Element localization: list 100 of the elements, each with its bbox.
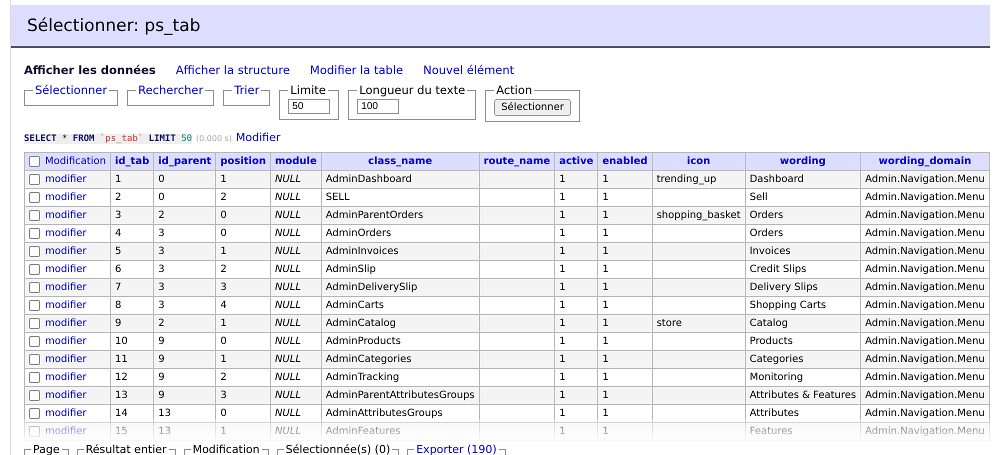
table-cell: Invoices: [750, 246, 791, 257]
group-label: Modification: [192, 443, 261, 455]
table-cell: 3: [158, 282, 165, 293]
checkbox[interactable]: [29, 390, 40, 401]
table-cell: 1: [602, 210, 609, 221]
table-cell: 1: [220, 246, 227, 257]
table-cell: 1: [602, 300, 609, 311]
column-header[interactable]: enabled: [598, 152, 652, 170]
input-field[interactable]: 50: [288, 99, 330, 114]
checkbox[interactable]: [29, 246, 40, 257]
table-cell: NULL: [274, 282, 301, 293]
select-button[interactable]: Sélectionner: [494, 99, 571, 116]
checkbox[interactable]: [29, 174, 40, 185]
table-cell: 1: [220, 174, 227, 185]
table-cell: 1: [559, 390, 566, 401]
table-cell: 2: [158, 210, 165, 221]
table-cell: 6: [114, 264, 122, 275]
checkbox[interactable]: [29, 210, 40, 221]
table-cell: NULL: [274, 354, 301, 365]
nav-link[interactable]: Modifier la table: [310, 63, 404, 77]
table-cell: Admin.Navigation.Menu: [865, 264, 985, 275]
column-header[interactable]: route_name: [479, 152, 555, 170]
nav-link[interactable]: Afficher les données: [24, 63, 156, 77]
table-cell: Admin.Navigation.Menu: [865, 318, 985, 329]
table-cell: 1: [602, 192, 609, 203]
checkbox[interactable]: [29, 300, 40, 311]
table-cell: 1: [559, 318, 566, 329]
table-cell: Orders: [750, 210, 784, 221]
table-cell: 0: [158, 192, 165, 203]
table-cell: 9: [158, 372, 165, 383]
option-link[interactable]: Sélectionner: [33, 83, 110, 97]
table-cell: 12: [114, 372, 128, 383]
table-cell: 13: [114, 390, 128, 401]
table-cell: 1: [220, 318, 227, 329]
table-cell: 3: [158, 264, 165, 275]
table-cell: 11: [114, 354, 128, 365]
checkbox[interactable]: [29, 228, 40, 239]
table-cell: 1: [602, 372, 609, 383]
input-field[interactable]: 100: [357, 99, 400, 114]
column-header[interactable]: id_parent: [154, 152, 216, 170]
table-cell: AdminFeatures: [326, 426, 401, 437]
table-cell: 8: [114, 300, 122, 311]
column-header[interactable]: position: [216, 152, 270, 170]
table-cell: Products: [750, 336, 793, 347]
table-cell: NULL: [274, 228, 301, 239]
option-link[interactable]: Trier: [232, 83, 262, 97]
column-header[interactable]: icon: [652, 152, 746, 170]
table-cell: store: [656, 318, 682, 329]
table-cell: 1: [220, 426, 227, 437]
table-cell: 1: [559, 336, 566, 347]
table-cell: Admin.Navigation.Menu: [865, 228, 985, 239]
column-header[interactable]: wording: [745, 152, 861, 170]
column-header[interactable]: class_name: [321, 152, 480, 170]
table-cell: 9: [114, 318, 122, 329]
table-cell: Features: [750, 426, 793, 437]
table-cell: NULL: [274, 390, 301, 401]
table-cell: Dashboard: [750, 174, 804, 185]
table-cell: 1: [602, 390, 609, 401]
checkbox[interactable]: [29, 282, 40, 293]
table-cell: AdminCategories: [326, 354, 412, 365]
edit-link[interactable]: Modifier: [236, 131, 280, 144]
table-cell: 0: [220, 228, 227, 239]
table-cell: Shopping Carts: [750, 300, 826, 311]
nav-link[interactable]: Nouvel élément: [423, 63, 514, 77]
table-cell: 1: [602, 426, 609, 437]
table-cell: NULL: [274, 210, 301, 221]
column-header[interactable]: module: [270, 152, 322, 170]
checkbox[interactable]: [29, 336, 40, 347]
table-cell: 4: [220, 300, 227, 311]
column-header[interactable]: id_tab: [110, 152, 154, 170]
table-cell: 1: [559, 174, 566, 185]
checkbox[interactable]: [29, 156, 40, 167]
table-cell: Admin.Navigation.Menu: [865, 390, 985, 401]
table-cell: 1: [602, 408, 609, 419]
table-cell: AdminDashboard: [326, 174, 412, 185]
table-cell: Monitoring: [750, 372, 804, 383]
column-header[interactable]: active: [554, 152, 598, 170]
table-cell: 2: [158, 318, 165, 329]
checkbox[interactable]: [29, 426, 40, 437]
table-cell: 1: [602, 282, 609, 293]
table-cell: 5: [114, 246, 122, 257]
table-cell: AdminCatalog: [326, 318, 396, 329]
table-cell: 0: [220, 408, 227, 419]
group-label: Longueur du texte: [358, 83, 466, 97]
checkbox[interactable]: [29, 372, 40, 383]
checkbox[interactable]: [29, 354, 40, 365]
table-cell: 1: [559, 354, 566, 365]
table-cell: NULL: [274, 192, 301, 203]
checkbox[interactable]: [29, 192, 40, 203]
option-link[interactable]: Rechercher: [136, 83, 206, 97]
nav-link[interactable]: Afficher la structure: [176, 63, 290, 77]
checkbox[interactable]: [29, 264, 40, 275]
checkbox[interactable]: [29, 318, 40, 329]
table-cell: AdminSlip: [326, 264, 376, 275]
checkbox[interactable]: [29, 408, 40, 419]
table-cell: 1: [559, 408, 566, 419]
table-cell: 1: [559, 228, 566, 239]
table-cell: AdminInvoices: [326, 246, 399, 257]
column-header[interactable]: wording_domain: [860, 152, 990, 170]
table-cell: 10: [114, 336, 128, 347]
